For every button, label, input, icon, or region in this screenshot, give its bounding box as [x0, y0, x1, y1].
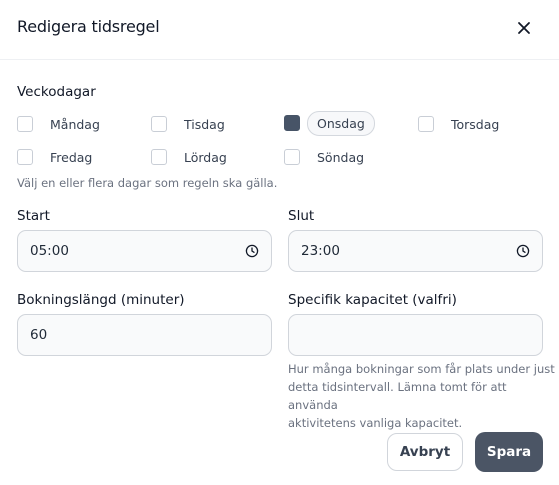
monday-checkbox[interactable] [17, 116, 33, 132]
clock-icon[interactable] [245, 244, 259, 258]
cancel-button[interactable]: Avbryt [387, 433, 463, 471]
save-button[interactable]: Spara [475, 432, 543, 472]
weekdays-hint: Välj en eller flera dagar som regeln ska… [17, 176, 278, 190]
end-time-value: 23:00 [301, 243, 340, 259]
capacity-input[interactable] [288, 314, 543, 356]
start-label: Start [17, 208, 50, 224]
duration-value: 60 [30, 327, 48, 343]
weekdays-label: Veckodagar [17, 84, 96, 100]
tuesday-label: Tisdag [184, 116, 225, 132]
friday-label: Fredag [50, 149, 93, 165]
end-time-input[interactable]: 23:00 [288, 230, 543, 272]
weekday-thursday[interactable]: Torsdag [418, 111, 509, 137]
start-time-value: 05:00 [30, 243, 69, 259]
sunday-checkbox[interactable] [284, 149, 300, 165]
edit-time-rule-dialog: Redigera tidsregel Veckodagar Måndag Tis… [0, 0, 559, 485]
capacity-hint: Hur många bokningar som får plats under … [288, 360, 559, 432]
weekday-monday[interactable]: Måndag [17, 111, 110, 137]
clock-icon[interactable] [516, 244, 530, 258]
end-label: Slut [288, 208, 315, 224]
weekday-tuesday[interactable]: Tisdag [151, 111, 235, 137]
weekday-sunday[interactable]: Söndag [284, 144, 374, 170]
tuesday-checkbox[interactable] [151, 116, 167, 132]
duration-label: Bokningslängd (minuter) [17, 292, 185, 308]
close-icon[interactable] [513, 17, 535, 39]
capacity-hint-line: aktivitetens vanliga kapacitet. [288, 416, 463, 430]
wednesday-checkbox[interactable] [284, 115, 300, 131]
capacity-label: Specifik kapacitet (valfri) [288, 292, 457, 308]
weekday-friday[interactable]: Fredag [17, 144, 102, 170]
sunday-label: Söndag [317, 149, 365, 165]
dialog-title: Redigera tidsregel [17, 17, 160, 36]
wednesday-label: Onsdag [307, 110, 375, 136]
dialog-header: Redigera tidsregel [0, 0, 559, 60]
start-time-input[interactable]: 05:00 [17, 230, 272, 272]
friday-checkbox[interactable] [17, 149, 33, 165]
weekday-wednesday[interactable]: Onsdag [284, 110, 375, 136]
saturday-label: Lördag [184, 149, 227, 165]
thursday-checkbox[interactable] [418, 116, 434, 132]
thursday-label: Torsdag [451, 116, 500, 132]
monday-label: Måndag [50, 116, 100, 132]
duration-input[interactable]: 60 [17, 314, 272, 356]
capacity-hint-line: Hur många bokningar som får plats under … [288, 362, 555, 376]
capacity-hint-line: detta tidsintervall. Lämna tomt för att … [288, 380, 507, 412]
saturday-checkbox[interactable] [151, 149, 167, 165]
weekday-saturday[interactable]: Lördag [151, 144, 237, 170]
